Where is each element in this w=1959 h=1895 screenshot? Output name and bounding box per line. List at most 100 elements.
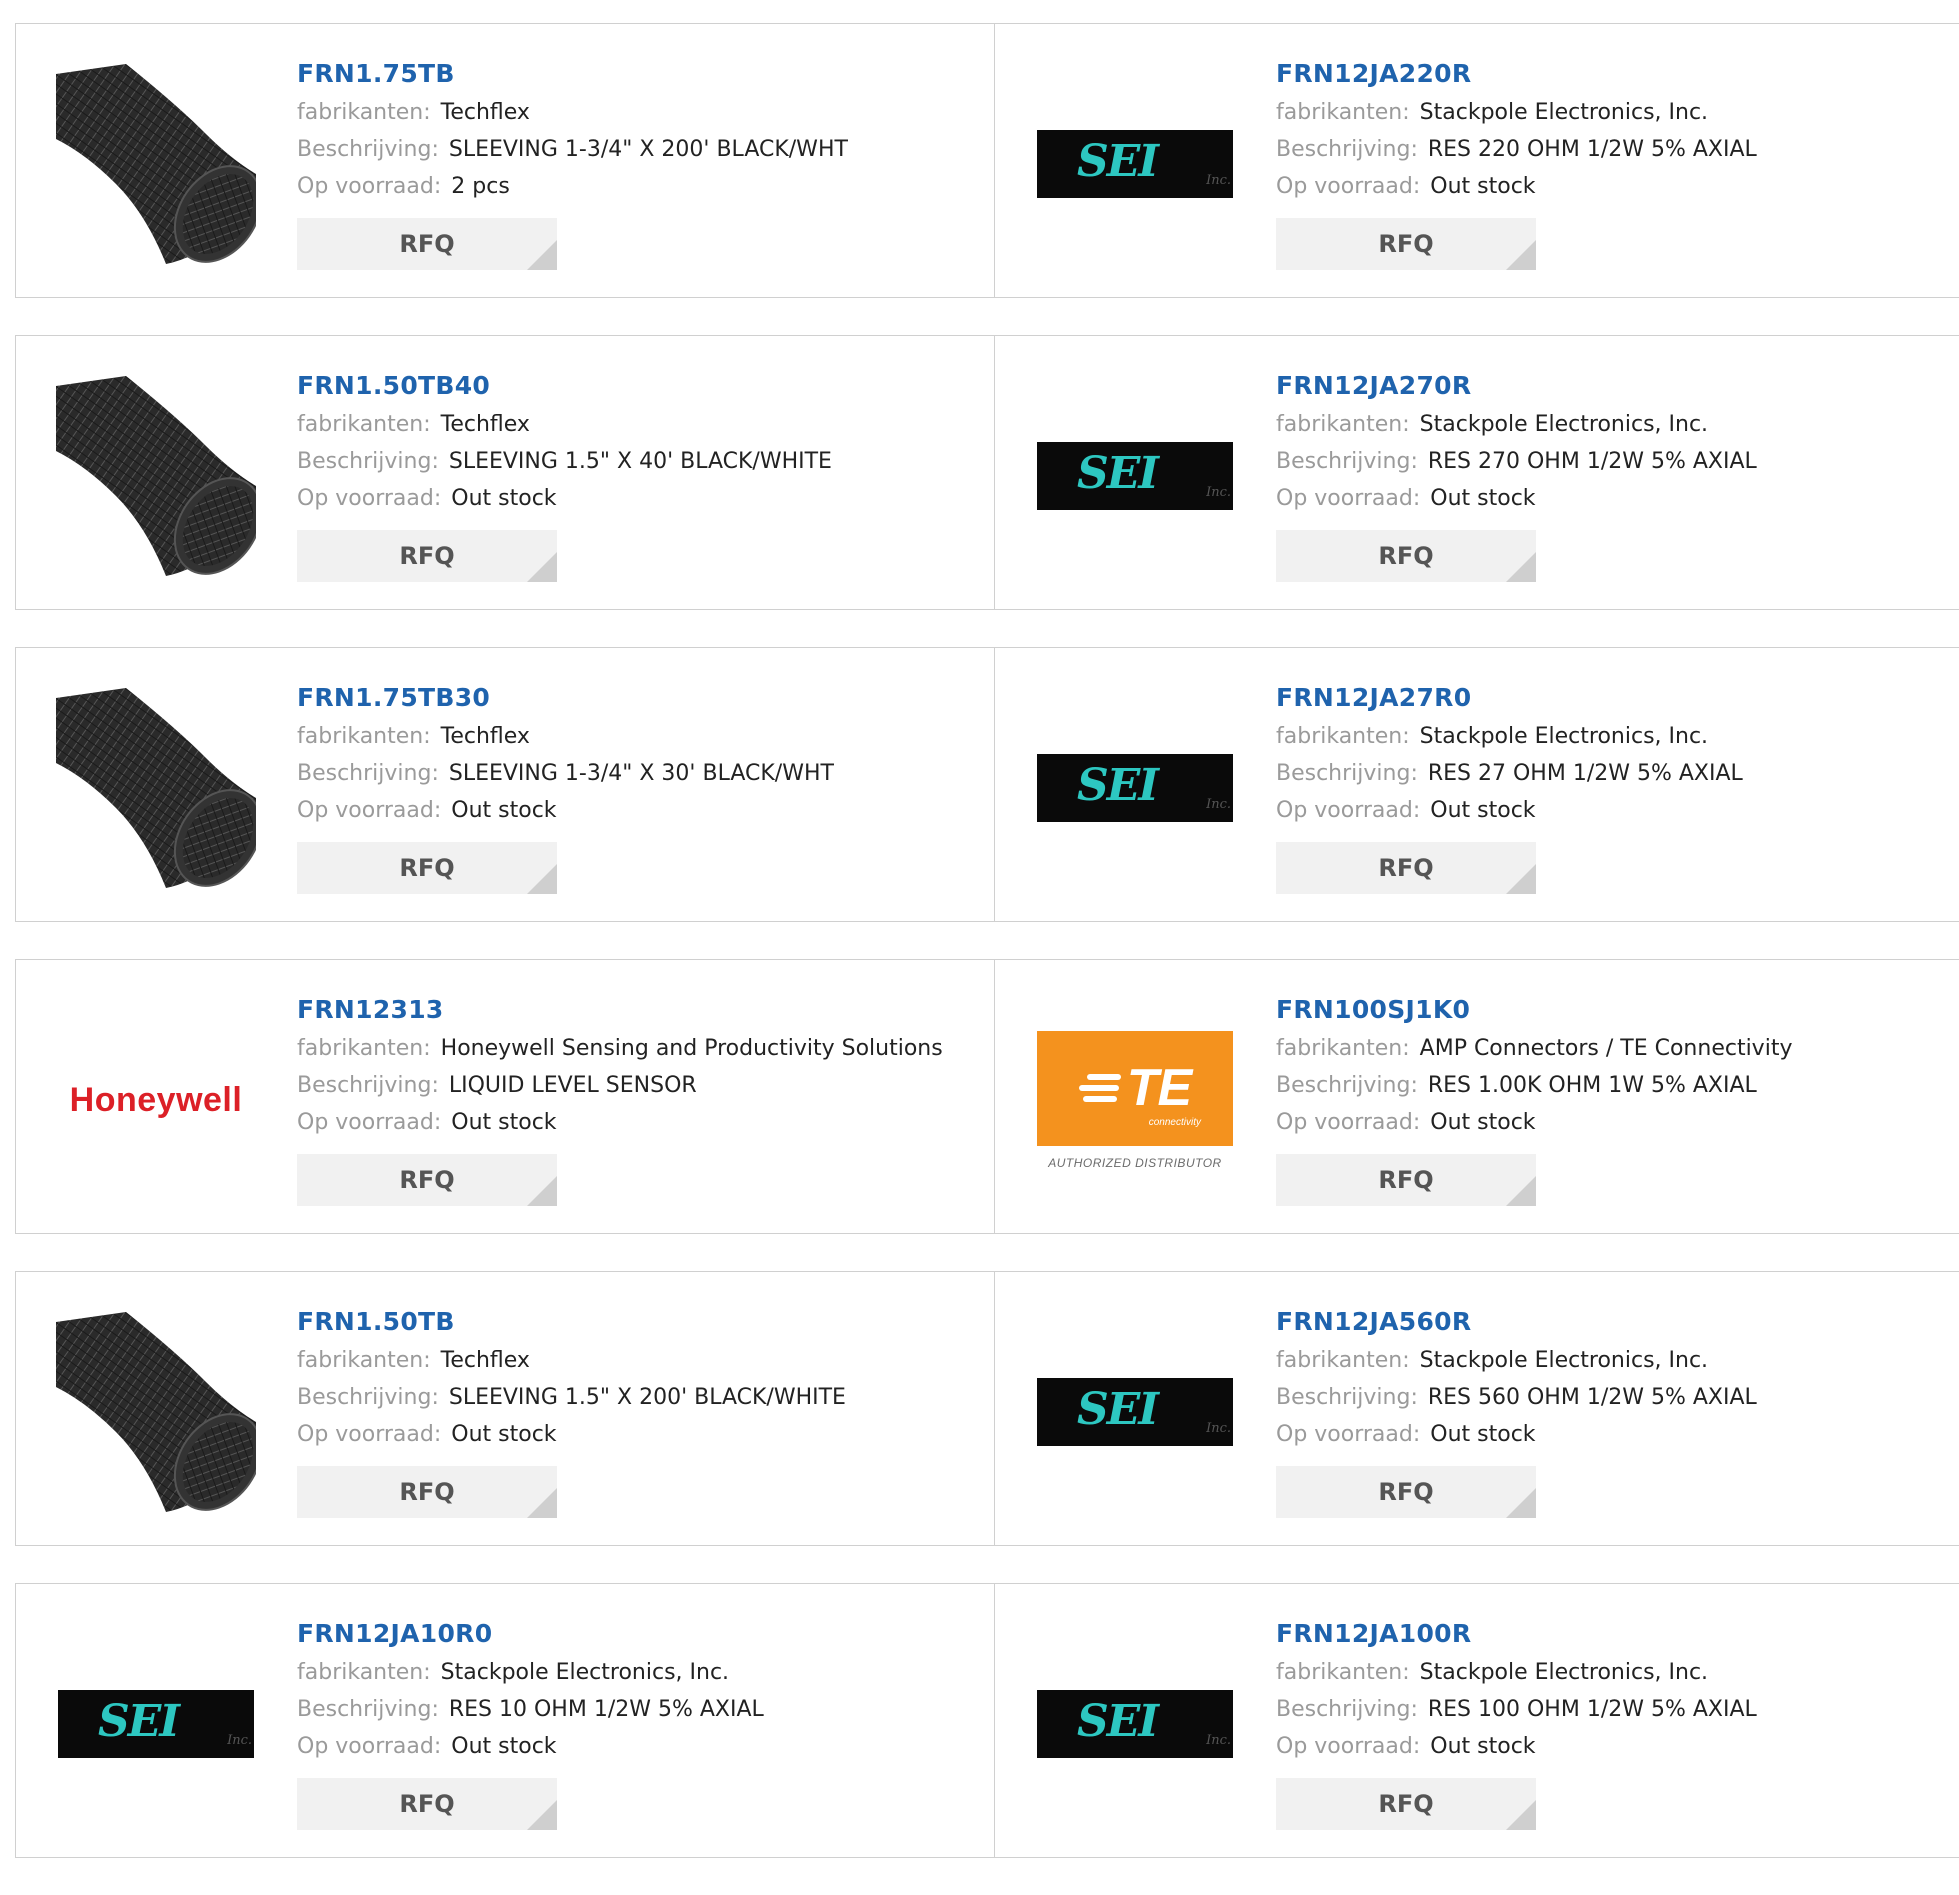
rfq-button[interactable]: RFQ <box>297 530 557 582</box>
sei-logo: SEI Inc. <box>1037 130 1233 198</box>
product-info: FRN1.75TB30 fabrikanten: Techflex Beschrijv… <box>297 678 834 894</box>
part-number-link[interactable]: FRN100SJ1K0 <box>1276 990 1792 1030</box>
product-thumbnail[interactable] <box>56 1312 256 1512</box>
description-line: Beschrijving: SLEEVING 1-3/4" X 200' BLAC… <box>297 131 848 168</box>
description-label: Beschrijving: <box>297 1385 439 1410</box>
manufacturer-value: Stackpole Electronics, Inc. <box>1419 412 1709 437</box>
description-label: Beschrijving: <box>1276 761 1418 786</box>
sei-logo: SEI Inc. <box>1037 1378 1233 1446</box>
product-thumbnail[interactable]: SEI Inc. <box>1035 64 1235 264</box>
rfq-button[interactable]: RFQ <box>297 1466 557 1518</box>
part-number-link[interactable]: FRN12313 <box>297 990 943 1030</box>
product-info: FRN1.50TB fabrikanten: Techflex Beschrijvin… <box>297 1302 846 1518</box>
description-value: SLEEVING 1-3/4" X 200' BLACK/WHT <box>448 137 848 162</box>
product-card: TE connectivity AUTHORIZED DISTRIBUTOR F… <box>995 960 1959 1233</box>
corner-triangle-icon <box>527 552 557 582</box>
description-line: Beschrijving: RES 1.00K OHM 1W 5% AXIAL <box>1276 1067 1792 1104</box>
product-row: FRN1.75TB30 fabrikanten: Techflex Beschrijv… <box>15 647 1959 922</box>
rfq-button[interactable]: RFQ <box>1276 842 1536 894</box>
stock-label: Op voorraad: <box>1276 1734 1421 1759</box>
description-label: Beschrijving: <box>297 449 439 474</box>
stock-label: Op voorraad: <box>297 1110 442 1135</box>
description-line: Beschrijving: RES 100 OHM 1/2W 5% AXIAL <box>1276 1691 1757 1728</box>
stock-line: Op voorraad: Out stock <box>1276 1104 1792 1141</box>
description-line: Beschrijving: SLEEVING 1.5" X 40' BLACK/W… <box>297 443 832 480</box>
description-label: Beschrijving: <box>1276 1385 1418 1410</box>
part-number-link[interactable]: FRN12JA27R0 <box>1276 678 1743 718</box>
manufacturer-value: AMP Connectors / TE Connectivity <box>1419 1036 1793 1061</box>
rfq-button[interactable]: RFQ <box>297 1778 557 1830</box>
corner-triangle-icon <box>527 864 557 894</box>
stock-label: Op voorraad: <box>1276 1110 1421 1135</box>
product-thumbnail[interactable] <box>56 688 256 888</box>
product-thumbnail[interactable]: Honeywell <box>56 1000 256 1200</box>
product-thumbnail[interactable]: SEI Inc. <box>1035 1312 1235 1512</box>
manufacturer-value: Stackpole Electronics, Inc. <box>1419 1660 1709 1685</box>
rfq-button[interactable]: RFQ <box>1276 530 1536 582</box>
rfq-button[interactable]: RFQ <box>1276 218 1536 270</box>
stock-line: Op voorraad: Out stock <box>297 1728 764 1765</box>
sei-logo: SEI Inc. <box>1037 754 1233 822</box>
stock-line: Op voorraad: Out stock <box>1276 480 1757 517</box>
stock-label: Op voorraad: <box>297 798 442 823</box>
part-number-link[interactable]: FRN1.75TB30 <box>297 678 834 718</box>
stock-value: Out stock <box>451 486 557 511</box>
rfq-button[interactable]: RFQ <box>1276 1154 1536 1206</box>
manufacturer-line: fabrikanten: AMP Connectors / TE Connecti… <box>1276 1030 1792 1067</box>
stock-label: Op voorraad: <box>1276 486 1421 511</box>
part-number-link[interactable]: FRN12JA220R <box>1276 54 1757 94</box>
sleeving-product-image <box>56 688 256 888</box>
part-number-link[interactable]: FRN12JA270R <box>1276 366 1757 406</box>
manufacturer-label: fabrikanten: <box>297 100 431 125</box>
part-number-link[interactable]: FRN1.50TB <box>297 1302 846 1342</box>
product-info: FRN12JA100R fabrikanten: Stackpole Electro… <box>1276 1614 1757 1830</box>
rfq-label: RFQ <box>1378 542 1434 570</box>
product-info: FRN12JA560R fabrikanten: Stackpole Electro… <box>1276 1302 1757 1518</box>
stock-label: Op voorraad: <box>297 1422 442 1447</box>
product-thumbnail[interactable]: SEI Inc. <box>56 1624 256 1824</box>
product-thumbnail[interactable]: SEI Inc. <box>1035 376 1235 576</box>
stock-value: Out stock <box>451 1422 557 1447</box>
rfq-label: RFQ <box>1378 854 1434 882</box>
product-thumbnail[interactable] <box>56 376 256 576</box>
manufacturer-value: Stackpole Electronics, Inc. <box>1419 724 1709 749</box>
product-info: FRN12JA220R fabrikanten: Stackpole Electro… <box>1276 54 1757 270</box>
honeywell-logo: Honeywell <box>69 1080 243 1119</box>
product-thumbnail[interactable] <box>56 64 256 264</box>
description-label: Beschrijving: <box>1276 449 1418 474</box>
description-label: Beschrijving: <box>1276 137 1418 162</box>
product-thumbnail[interactable]: SEI Inc. <box>1035 1624 1235 1824</box>
manufacturer-line: fabrikanten: Techflex <box>297 718 834 755</box>
sleeving-product-image <box>56 64 256 264</box>
manufacturer-label: fabrikanten: <box>1276 724 1410 749</box>
product-card: SEI Inc. FRN12JA10R0 fabrikanten: Stackpol… <box>16 1584 995 1857</box>
description-value: LIQUID LEVEL SENSOR <box>448 1073 697 1098</box>
product-card: SEI Inc. FRN12JA560R fabrikanten: Stackpol… <box>995 1272 1959 1545</box>
description-label: Beschrijving: <box>297 1697 439 1722</box>
corner-triangle-icon <box>1506 1488 1536 1518</box>
rfq-button[interactable]: RFQ <box>1276 1778 1536 1830</box>
product-thumbnail[interactable]: TE connectivity AUTHORIZED DISTRIBUTOR <box>1035 1000 1235 1200</box>
manufacturer-label: fabrikanten: <box>1276 1660 1410 1685</box>
corner-triangle-icon <box>527 1488 557 1518</box>
part-number-link[interactable]: FRN12JA100R <box>1276 1614 1757 1654</box>
rfq-button[interactable]: RFQ <box>297 218 557 270</box>
rfq-button[interactable]: RFQ <box>1276 1466 1536 1518</box>
part-number-link[interactable]: FRN12JA10R0 <box>297 1614 764 1654</box>
description-value: SLEEVING 1.5" X 200' BLACK/WHITE <box>448 1385 846 1410</box>
manufacturer-label: fabrikanten: <box>297 1348 431 1373</box>
part-number-link[interactable]: FRN1.50TB40 <box>297 366 832 406</box>
rfq-button[interactable]: RFQ <box>297 842 557 894</box>
part-number-link[interactable]: FRN12JA560R <box>1276 1302 1757 1342</box>
stock-value: Out stock <box>1430 1110 1536 1135</box>
description-value: RES 220 OHM 1/2W 5% AXIAL <box>1427 137 1757 162</box>
rfq-button[interactable]: RFQ <box>297 1154 557 1206</box>
manufacturer-line: fabrikanten: Stackpole Electronics, Inc. <box>1276 406 1757 443</box>
description-value: RES 100 OHM 1/2W 5% AXIAL <box>1427 1697 1757 1722</box>
stock-label: Op voorraad: <box>297 174 442 199</box>
part-number-link[interactable]: FRN1.75TB <box>297 54 848 94</box>
manufacturer-line: fabrikanten: Stackpole Electronics, Inc. <box>1276 94 1757 131</box>
product-thumbnail[interactable]: SEI Inc. <box>1035 688 1235 888</box>
rfq-label: RFQ <box>399 230 455 258</box>
product-card: SEI Inc. FRN12JA27R0 fabrikanten: Stackpol… <box>995 648 1959 921</box>
